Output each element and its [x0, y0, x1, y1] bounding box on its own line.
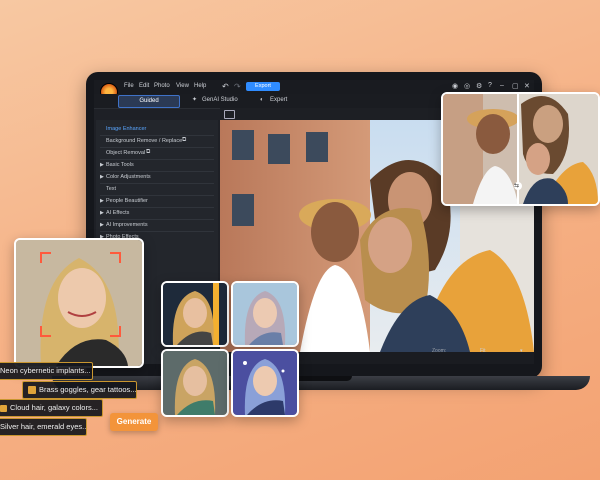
redo-icon[interactable]: ↷ — [234, 82, 241, 91]
tab-guided[interactable]: Guided — [118, 95, 180, 108]
menu-photo[interactable]: Photo — [154, 83, 170, 89]
thumb-photo — [233, 283, 297, 345]
help-icon[interactable]: ? — [488, 82, 492, 89]
portrait-photo — [16, 240, 142, 366]
expert-icon: ◐ — [260, 97, 264, 103]
generated-thumb[interactable] — [161, 349, 229, 417]
prompt-chip[interactable]: Silver hair, emerald eyes... — [0, 418, 87, 436]
prompt-text: Silver hair, emerald eyes... — [0, 422, 87, 431]
portrait-card — [14, 238, 144, 368]
compare-slider-icon[interactable]: ⇆ — [514, 182, 519, 189]
generate-button[interactable]: Generate — [110, 413, 158, 431]
divider — [100, 171, 214, 172]
edit-icon[interactable]: ⧉ — [146, 149, 150, 156]
export-button[interactable]: Export — [246, 82, 280, 91]
maximize-icon[interactable]: ▢ — [512, 82, 519, 90]
focus-corner-tl — [40, 252, 51, 263]
expand-icon[interactable]: ▶ — [100, 210, 104, 216]
sidebar-item-background[interactable]: Background Remove / Replace — [106, 138, 182, 144]
sidebar-item-basic-tools[interactable]: Basic Tools — [106, 162, 134, 168]
settings-icon[interactable]: ⚙ — [476, 82, 482, 90]
sidebar-item-image-enhancer[interactable]: Image Enhancer — [106, 126, 146, 132]
prompt-text: Neon cybernetic implants... — [0, 366, 91, 375]
focus-corner-tr — [110, 252, 121, 263]
thumb-photo — [163, 283, 227, 345]
generated-thumb[interactable] — [231, 349, 299, 417]
expand-icon[interactable]: ▶ — [100, 162, 104, 168]
expand-icon[interactable]: ▶ — [100, 174, 104, 180]
divider — [100, 207, 214, 208]
palette-icon — [0, 404, 7, 412]
menu-file[interactable]: File — [124, 83, 134, 89]
prompt-text: Cloud hair, galaxy colors... — [10, 403, 98, 412]
divider — [100, 183, 214, 184]
sidebar-item-object-removal[interactable]: Object Removal — [106, 150, 145, 156]
sidebar-item-text[interactable]: Text — [106, 186, 116, 192]
sidebar-item-ai-improvements[interactable]: AI Improvements — [106, 222, 148, 228]
gear-icon — [28, 386, 36, 395]
sidebar-item-people-beautifier[interactable]: People Beautifier — [106, 198, 148, 204]
expand-icon[interactable]: ▶ — [100, 222, 104, 228]
divider — [100, 159, 214, 160]
prompt-text: Brass goggles, gear tattoos... — [39, 385, 137, 394]
tab-genai-studio[interactable]: GenAI Studio — [202, 95, 238, 106]
thumb-photo — [163, 351, 227, 415]
before-after-photo — [443, 94, 598, 204]
divider — [100, 147, 214, 148]
divider — [100, 195, 214, 196]
prompt-chip[interactable]: Brass goggles, gear tattoos... — [22, 381, 137, 399]
edit-icon[interactable]: ⧉ — [182, 137, 186, 144]
undo-icon[interactable]: ↶ — [222, 82, 229, 91]
image-view-icon[interactable] — [224, 110, 235, 119]
sidebar-item-color-adjustments[interactable]: Color Adjustments — [106, 174, 151, 180]
generated-thumb[interactable] — [161, 281, 229, 347]
before-after-card: ⇆ — [441, 92, 600, 206]
prompt-chip[interactable]: Cloud hair, galaxy colors... — [0, 399, 103, 417]
chevron-down-icon[interactable]: ▾ — [520, 348, 523, 354]
account-icon[interactable]: ◉ — [452, 82, 458, 90]
generated-thumb[interactable] — [231, 281, 299, 347]
minimize-icon[interactable]: – — [500, 82, 504, 89]
focus-corner-bl — [40, 326, 51, 337]
menu-edit[interactable]: Edit — [139, 83, 149, 89]
focus-corner-br — [110, 326, 121, 337]
menu-view[interactable]: View — [176, 83, 189, 89]
divider — [100, 219, 214, 220]
sidebar-item-ai-effects[interactable]: AI Effects — [106, 210, 129, 216]
genai-icon: ✦ — [192, 97, 198, 103]
prompt-chip[interactable]: Neon cybernetic implants... — [0, 362, 93, 380]
zoom-select[interactable]: Fit — [480, 348, 486, 354]
close-icon[interactable]: ✕ — [524, 82, 530, 90]
divider — [100, 231, 214, 232]
thumb-photo — [233, 351, 297, 415]
notification-icon[interactable]: ◎ — [464, 82, 470, 90]
expand-icon[interactable]: ▶ — [100, 198, 104, 204]
tab-expert[interactable]: Expert — [270, 95, 287, 106]
divider — [100, 135, 214, 136]
menu-help[interactable]: Help — [194, 83, 206, 89]
zoom-label: Zoom: — [432, 348, 447, 354]
